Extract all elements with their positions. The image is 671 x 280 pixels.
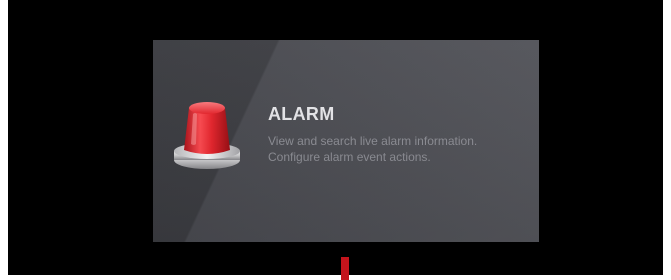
screen-frame: ALARM View and search live alarm informa… — [0, 0, 671, 280]
main-screen: ALARM View and search live alarm informa… — [8, 0, 663, 275]
alarm-description: View and search live alarm information. … — [268, 133, 528, 165]
alarm-tile[interactable]: ALARM View and search live alarm informa… — [153, 40, 539, 242]
alarm-title: ALARM — [268, 104, 335, 124]
red-indicator — [341, 257, 349, 280]
alarm-description-line: View and search live alarm information. — [268, 134, 478, 148]
alarm-description-line: Configure alarm event actions. — [268, 150, 431, 164]
alarm-beacon-icon — [170, 98, 244, 174]
